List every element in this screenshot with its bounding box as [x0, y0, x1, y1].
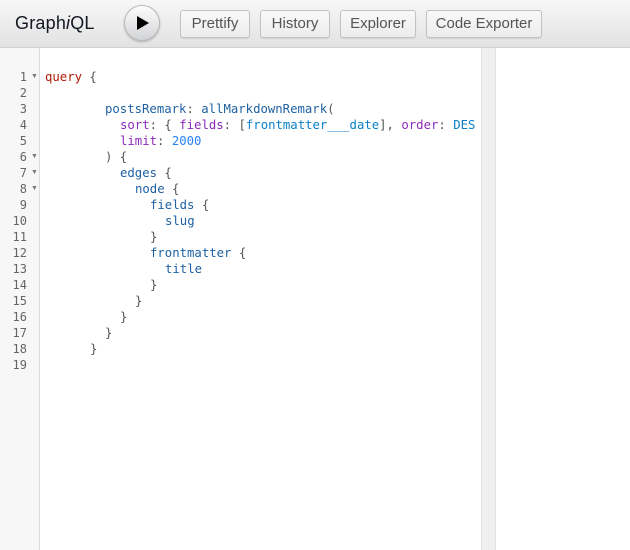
explorer-button[interactable]: Explorer [340, 10, 416, 38]
toolbar: GraphiQL Prettify History Explorer Code … [0, 0, 630, 48]
code-line-14: } [150, 278, 158, 292]
code-exporter-button[interactable]: Code Exporter [426, 10, 542, 38]
fold-arrow-icon[interactable]: ▼ [31, 181, 38, 197]
line-number: 19 [12, 358, 27, 372]
code-line-10: slug [165, 214, 195, 228]
line-number: 9 [19, 198, 27, 212]
query-editor[interactable]: query { postsRemark: allMarkdownRemark( … [40, 48, 481, 550]
code-line-3: postsRemark: allMarkdownRemark( [105, 102, 335, 116]
result-pane [496, 48, 630, 550]
code-line-8: node { [135, 182, 180, 196]
editor-scrollbar[interactable] [481, 48, 496, 550]
line-number: 13 [12, 262, 27, 276]
execute-query-button[interactable] [124, 5, 160, 41]
code-line-12: frontmatter { [150, 246, 247, 260]
line-number: 14 [12, 278, 27, 292]
code-line-1: query { [45, 70, 97, 84]
code-line-16: } [120, 310, 128, 324]
fold-arrow-icon[interactable]: ▼ [31, 69, 38, 85]
code-line-11: } [150, 230, 158, 244]
code-line-4: sort: { fields: [frontmatter___date], or… [120, 118, 476, 132]
line-number: 17 [12, 326, 27, 340]
line-number: 12 [12, 246, 27, 260]
code-line-9: fields { [150, 198, 210, 212]
code-line-5: limit: 2000 [120, 134, 202, 148]
line-number: 16 [12, 310, 27, 324]
code-line-15: } [135, 294, 143, 308]
fold-arrow-icon[interactable]: ▼ [31, 149, 38, 165]
app-title: GraphiQL [15, 13, 95, 33]
code-line-18: } [90, 342, 98, 356]
line-number: 10 [12, 214, 27, 228]
history-button[interactable]: History [260, 10, 330, 38]
play-icon [137, 16, 149, 30]
line-number: 4 [19, 118, 27, 132]
line-number: 11 [12, 230, 27, 244]
line-number: 18 [12, 342, 27, 356]
line-number: 15 [12, 294, 27, 308]
line-number: 1 [19, 70, 27, 84]
line-number: 2 [19, 86, 27, 100]
line-number: 6 [19, 150, 27, 164]
line-number-gutter: 1 ▼ 2 3 4 5 6 ▼ 7 ▼ 8 ▼ 9 10 11 12 13 14 15 16 17 18 19 [0, 48, 40, 550]
code-line-17: } [105, 326, 113, 340]
prettify-button[interactable]: Prettify [180, 10, 250, 38]
code-line-6: ) { [105, 150, 128, 164]
line-number: 8 [19, 182, 27, 196]
line-number: 3 [19, 102, 27, 116]
code-line-7: edges { [120, 166, 172, 180]
code-line-13: title [165, 262, 203, 276]
line-number: 5 [19, 134, 27, 148]
line-number: 7 [19, 166, 27, 180]
fold-arrow-icon[interactable]: ▼ [31, 165, 38, 181]
